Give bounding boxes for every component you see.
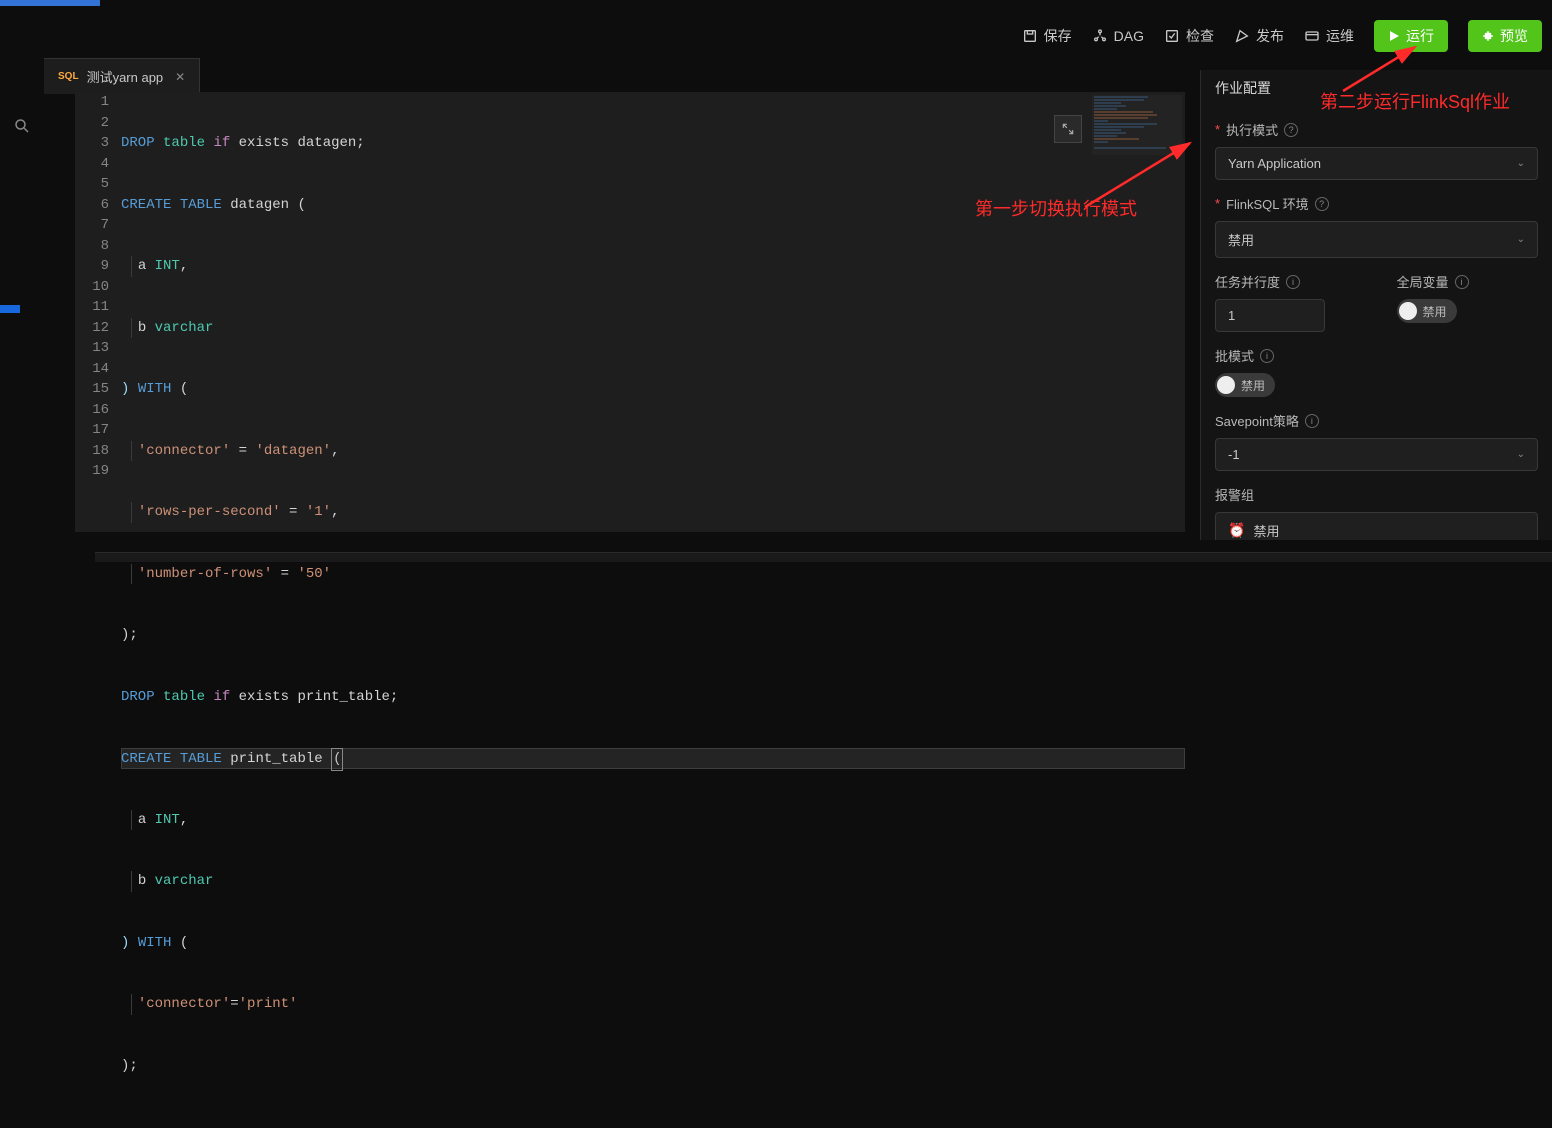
dag-button[interactable]: DAG bbox=[1092, 28, 1144, 44]
close-icon[interactable]: ✕ bbox=[175, 70, 185, 84]
search-button[interactable] bbox=[6, 110, 38, 142]
global-var-toggle[interactable]: 禁用 bbox=[1397, 299, 1457, 323]
config-panel-title: 作业配置 bbox=[1215, 70, 1538, 106]
help-icon[interactable]: i bbox=[1286, 275, 1300, 289]
code-editor[interactable]: 1 2 3 4 5 6 7 8 9 10 11 12 13 14 15 16 1… bbox=[75, 92, 1185, 532]
save-label: 保存 bbox=[1044, 26, 1072, 46]
sidebar-active-indicator bbox=[0, 305, 20, 313]
savepoint-value: -1 bbox=[1228, 447, 1240, 462]
savepoint-label: Savepoint策略 i bbox=[1215, 411, 1538, 430]
chevron-down-icon: ⌄ bbox=[1517, 449, 1525, 460]
play-icon bbox=[1388, 30, 1400, 42]
minimap[interactable] bbox=[1092, 95, 1182, 155]
expand-button[interactable] bbox=[1054, 115, 1082, 143]
global-var-label: 全局变量 i bbox=[1397, 272, 1539, 291]
search-icon bbox=[13, 117, 31, 135]
ops-label: 运维 bbox=[1326, 26, 1354, 46]
exec-mode-value: Yarn Application bbox=[1228, 156, 1321, 171]
file-tab[interactable]: SQL 测试yarn app ✕ bbox=[44, 58, 200, 94]
chevron-down-icon: ⌄ bbox=[1517, 158, 1525, 169]
publish-button[interactable]: 发布 bbox=[1234, 26, 1284, 46]
flinksql-env-select[interactable]: 禁用 ⌄ bbox=[1215, 221, 1538, 258]
check-label: 检查 bbox=[1186, 26, 1214, 46]
top-accent-bar bbox=[0, 0, 100, 6]
top-toolbar: 保存 DAG 检查 发布 运维 运行 预览 bbox=[1022, 20, 1542, 52]
batch-mode-toggle[interactable]: 禁用 bbox=[1215, 373, 1275, 397]
preview-button[interactable]: 预览 bbox=[1468, 20, 1542, 52]
savepoint-select[interactable]: -1 ⌄ bbox=[1215, 438, 1538, 471]
publish-label: 发布 bbox=[1256, 26, 1284, 46]
run-button[interactable]: 运行 bbox=[1374, 20, 1448, 52]
parallelism-input[interactable]: 1 bbox=[1215, 299, 1325, 332]
help-icon[interactable]: i bbox=[1455, 275, 1469, 289]
help-icon[interactable]: i bbox=[1305, 414, 1319, 428]
chevron-down-icon: ⌄ bbox=[1517, 234, 1525, 245]
dag-icon bbox=[1092, 28, 1108, 44]
tab-title: 测试yarn app bbox=[87, 67, 164, 86]
toggle-handle bbox=[1399, 302, 1417, 320]
batch-mode-label: 批模式 i bbox=[1215, 346, 1538, 365]
ops-button[interactable]: 运维 bbox=[1304, 26, 1354, 46]
publish-icon bbox=[1234, 28, 1250, 44]
bottom-scrollbar[interactable] bbox=[95, 552, 1552, 562]
exec-mode-label: * 执行模式 ? bbox=[1215, 120, 1538, 139]
alert-group-label: 报警组 bbox=[1215, 485, 1538, 504]
line-gutter: 1 2 3 4 5 6 7 8 9 10 11 12 13 14 15 16 1… bbox=[75, 92, 121, 532]
bell-icon: ⏰ bbox=[1228, 522, 1245, 539]
sql-file-icon: SQL bbox=[58, 71, 79, 82]
expand-icon bbox=[1061, 122, 1075, 136]
run-label: 运行 bbox=[1406, 26, 1434, 46]
code-content[interactable]: DROP table if exists datagen; CREATE TAB… bbox=[121, 92, 1185, 532]
alert-group-select[interactable]: ⏰ 禁用 bbox=[1215, 512, 1538, 540]
flinksql-env-value: 禁用 bbox=[1228, 230, 1254, 249]
tab-bar: SQL 测试yarn app ✕ bbox=[44, 58, 200, 94]
bug-icon bbox=[1482, 30, 1494, 42]
exec-mode-select[interactable]: Yarn Application ⌄ bbox=[1215, 147, 1538, 180]
config-panel: 作业配置 * 执行模式 ? Yarn Application ⌄ * Flink… bbox=[1200, 70, 1552, 540]
save-icon bbox=[1022, 28, 1038, 44]
preview-label: 预览 bbox=[1500, 26, 1528, 46]
ops-icon bbox=[1304, 28, 1320, 44]
help-icon[interactable]: ? bbox=[1315, 197, 1329, 211]
dag-label: DAG bbox=[1114, 28, 1144, 44]
alert-group-value: 禁用 bbox=[1253, 521, 1279, 540]
flinksql-env-label: * FlinkSQL 环境 ? bbox=[1215, 194, 1538, 213]
save-button[interactable]: 保存 bbox=[1022, 26, 1072, 46]
parallelism-label: 任务并行度 i bbox=[1215, 272, 1357, 291]
help-icon[interactable]: i bbox=[1260, 349, 1274, 363]
check-button[interactable]: 检查 bbox=[1164, 26, 1214, 46]
toggle-handle bbox=[1217, 376, 1235, 394]
help-icon[interactable]: ? bbox=[1284, 123, 1298, 137]
check-icon bbox=[1164, 28, 1180, 44]
